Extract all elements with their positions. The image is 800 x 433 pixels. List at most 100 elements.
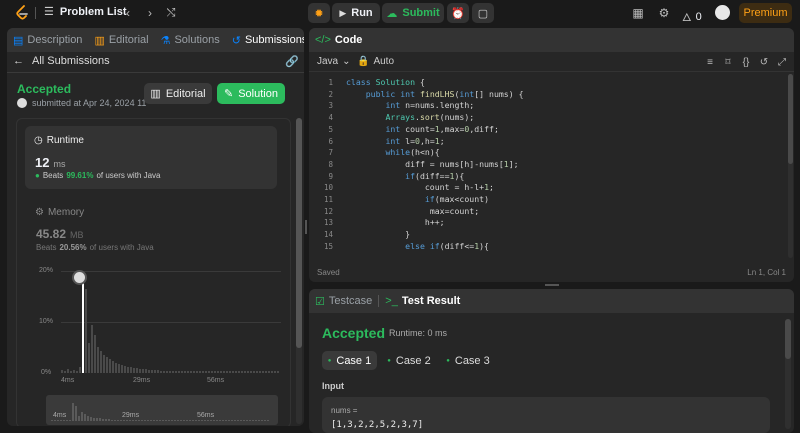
run-button[interactable]: ▶ Run bbox=[332, 3, 380, 23]
histogram-bar bbox=[235, 371, 237, 373]
mini-bar bbox=[264, 420, 266, 421]
editor-scrollbar[interactable] bbox=[788, 74, 793, 258]
mini-bar bbox=[216, 420, 218, 421]
description-icon: ▤ bbox=[13, 34, 24, 47]
mini-bar bbox=[234, 420, 236, 421]
mini-bar bbox=[114, 419, 116, 421]
gear-icon[interactable]: ⚙ bbox=[656, 5, 672, 21]
result-scrollbar[interactable] bbox=[785, 319, 791, 429]
autocomplete-mode[interactable]: 🔒 Auto bbox=[357, 56, 394, 67]
chevron-right-icon[interactable]: › bbox=[144, 5, 156, 21]
histogram-bar bbox=[199, 371, 201, 373]
x-tick-label: 56ms bbox=[207, 377, 225, 384]
histogram-bar bbox=[250, 371, 252, 373]
case-1-tab[interactable]: ● Case 1 bbox=[322, 351, 377, 370]
result-runtime: Runtime: 0 ms bbox=[389, 328, 448, 338]
code-line: int count=1,max=0,diff; bbox=[385, 123, 499, 134]
mini-bar bbox=[225, 420, 227, 421]
solution-button[interactable]: ✎ Solution bbox=[217, 83, 285, 104]
tab-submissions[interactable]: ↺ Submissions bbox=[226, 28, 304, 52]
avatar[interactable] bbox=[715, 5, 730, 20]
line-number: 14 bbox=[323, 230, 333, 240]
language-select[interactable]: Java ⌄ bbox=[317, 56, 351, 67]
chevron-down-icon: ⌄ bbox=[342, 56, 351, 67]
bars-area bbox=[61, 272, 283, 373]
tab-description[interactable]: ▤ Description bbox=[7, 28, 88, 52]
y-tick-label: 0% bbox=[41, 369, 52, 376]
mini-bar bbox=[132, 420, 134, 421]
notes-button[interactable]: ▢ bbox=[472, 3, 494, 23]
history-icon: ↺ bbox=[231, 34, 241, 47]
tab-editorial[interactable]: ▥ Editorial bbox=[88, 28, 154, 52]
histogram-bar bbox=[244, 371, 246, 373]
mini-bar bbox=[267, 420, 269, 421]
histogram-bar bbox=[73, 370, 75, 373]
code-line: public int findLHS(int[] nums) { bbox=[365, 88, 524, 99]
memory-title[interactable]: ⚙ Memory bbox=[35, 207, 84, 218]
histogram-bar bbox=[64, 371, 66, 373]
code-editor[interactable]: 1 class Solution {2 public int findLHS(in… bbox=[309, 77, 789, 257]
format-icon[interactable]: ≡ bbox=[704, 55, 716, 69]
mini-bar bbox=[57, 420, 59, 421]
play-icon: ▶ bbox=[339, 7, 347, 18]
leetcode-logo[interactable] bbox=[15, 5, 29, 21]
tab-testcase[interactable]: ☑ Testcase bbox=[309, 289, 378, 313]
bookmark-icon[interactable]: ⌑ bbox=[722, 55, 734, 69]
premium-button[interactable]: Premium bbox=[739, 3, 792, 23]
reset-icon[interactable]: ↺ bbox=[758, 55, 770, 69]
runtime-card[interactable]: ◷ Runtime 12 ms ● Beats 99.61% of users w… bbox=[25, 126, 277, 189]
link-icon[interactable]: 🔗 bbox=[285, 55, 299, 68]
timer-button[interactable]: ⏰ bbox=[447, 3, 469, 23]
chart-range-navigator[interactable]: 4ms 29ms 56ms bbox=[46, 395, 278, 425]
histogram-bar bbox=[205, 371, 207, 373]
histogram-bar bbox=[67, 369, 69, 373]
braces-icon[interactable]: {} bbox=[740, 55, 752, 69]
checkbox-icon: ☑ bbox=[315, 295, 325, 308]
mini-bar bbox=[249, 420, 251, 421]
mini-bar bbox=[123, 420, 125, 421]
panel-resize-handle[interactable] bbox=[545, 284, 559, 286]
fire-icon: 🜂 bbox=[682, 12, 692, 24]
clock-icon: ◷ bbox=[34, 135, 43, 146]
beats-icon: ● bbox=[35, 171, 40, 180]
mini-bar bbox=[183, 420, 185, 421]
line-number: 1 bbox=[328, 78, 333, 87]
submit-button[interactable]: ☁ Submit bbox=[382, 3, 444, 23]
tab-test-result[interactable]: >_ Test Result bbox=[379, 289, 466, 313]
histogram-bar bbox=[130, 367, 132, 373]
code-line: int n=nums.length; bbox=[385, 100, 475, 111]
mini-bar bbox=[240, 420, 242, 421]
histogram-bar bbox=[259, 371, 261, 373]
mini-bar bbox=[180, 420, 182, 421]
problem-list-button[interactable]: ☰ Problem List bbox=[44, 5, 127, 19]
case-2-tab[interactable]: ● Case 2 bbox=[384, 351, 434, 370]
streak-counter[interactable]: 🜂 0 bbox=[682, 6, 702, 28]
mini-bar bbox=[258, 420, 260, 421]
expand-icon[interactable]: ⤢ bbox=[776, 55, 788, 69]
arrow-left-icon: ← bbox=[13, 55, 24, 67]
shuffle-icon[interactable]: ⤭ bbox=[164, 5, 178, 21]
histogram-bar bbox=[271, 371, 273, 373]
histogram-bar bbox=[262, 371, 264, 373]
mini-bar bbox=[54, 420, 56, 421]
histogram-bar bbox=[127, 367, 129, 373]
histogram-bar bbox=[148, 370, 150, 373]
scrollbar-thumb[interactable] bbox=[296, 118, 302, 348]
mini-bar bbox=[213, 420, 215, 421]
panel-resize-handle[interactable] bbox=[305, 220, 307, 234]
tab-solutions[interactable]: ⚗ Solutions bbox=[155, 28, 226, 52]
chevron-left-icon[interactable]: ‹ bbox=[122, 5, 134, 21]
case-3-tab[interactable]: ● Case 3 bbox=[443, 351, 493, 370]
scrollbar-track[interactable] bbox=[296, 118, 302, 424]
line-number: 11 bbox=[323, 195, 333, 204]
histogram-bar bbox=[61, 370, 63, 373]
tab-code[interactable]: </> Code bbox=[309, 28, 368, 52]
mini-bar bbox=[60, 420, 62, 421]
histogram-bar bbox=[94, 335, 96, 373]
layout-icon[interactable]: ▦ bbox=[630, 5, 646, 21]
back-to-all-submissions[interactable]: ← All Submissions bbox=[13, 55, 110, 67]
histogram-bar bbox=[100, 351, 102, 373]
code-panel: </> Code Java ⌄ 🔒 Auto ≡ ⌑ {} ↺ ⤢ 1 class So… bbox=[309, 28, 794, 282]
editorial-button[interactable]: ▥ Editorial bbox=[144, 83, 212, 104]
debug-button[interactable]: ✹ bbox=[308, 3, 330, 23]
